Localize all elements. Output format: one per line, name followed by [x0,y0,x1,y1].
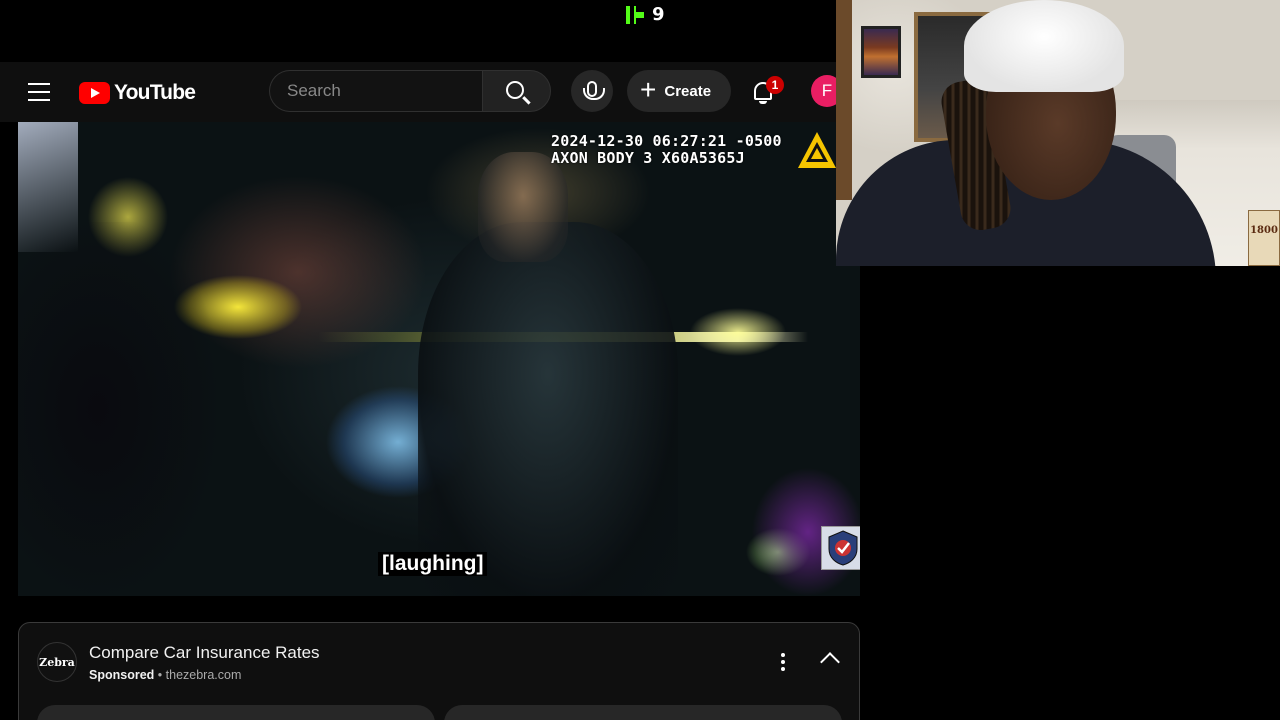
ad-meta: Sponsored • thezebra.com [89,668,241,682]
voice-search-button[interactable] [571,70,613,112]
youtube-header: YouTube + Create 1 F [0,62,843,122]
menu-icon[interactable] [28,83,50,101]
search-box[interactable] [269,70,482,112]
search-button[interactable] [482,70,551,112]
search-icon [505,80,524,99]
youtube-logo-text: YouTube [114,81,196,104]
streamer-beanie [964,0,1124,92]
plus-icon: + [640,73,657,105]
notification-badge: 1 [766,76,784,94]
kick-logo-icon [626,5,644,24]
video-player[interactable]: 2024-12-30 06:27:21 -0500 AXON BODY 3 X6… [18,122,860,596]
channel-watermark-icon[interactable] [821,526,860,570]
stream-top-bar: 9 [0,0,836,62]
create-button[interactable]: + Create [627,70,731,112]
chevron-up-icon[interactable] [820,652,840,672]
youtube-play-icon [79,82,110,104]
webcam-overlay: 1800 [836,0,1280,266]
timestamp-line-1: 2024-12-30 06:27:21 -0500 [551,132,782,150]
ad-separator: • [157,668,163,682]
ad-action-button-1[interactable] [37,705,435,720]
youtube-logo[interactable]: YouTube [79,81,196,105]
advertiser-logo[interactable]: Zebra [37,642,77,682]
create-label: Create [664,82,712,100]
timestamp-line-2: AXON BODY 3 X60A5365J [551,149,745,167]
bodycam-timestamp: 2024-12-30 06:27:21 -0500 AXON BODY 3 X6… [551,133,782,167]
more-options-icon[interactable] [779,653,787,671]
ad-title[interactable]: Compare Car Insurance Rates [89,643,320,663]
sponsored-label: Sponsored [89,668,155,682]
viewer-count: 9 [652,4,665,25]
wall-poster [861,26,901,78]
ad-action-button-2[interactable] [444,705,842,720]
video-caption: [laughing] [378,552,488,576]
axon-logo-icon [798,132,836,168]
mic-icon [583,81,605,100]
product-box: 1800 [1248,210,1280,266]
search-input[interactable] [287,81,467,101]
ad-domain: thezebra.com [165,668,242,682]
sponsored-ad-card[interactable]: Zebra Compare Car Insurance Rates Sponso… [18,622,860,720]
viewer-counter: 9 [626,4,665,25]
